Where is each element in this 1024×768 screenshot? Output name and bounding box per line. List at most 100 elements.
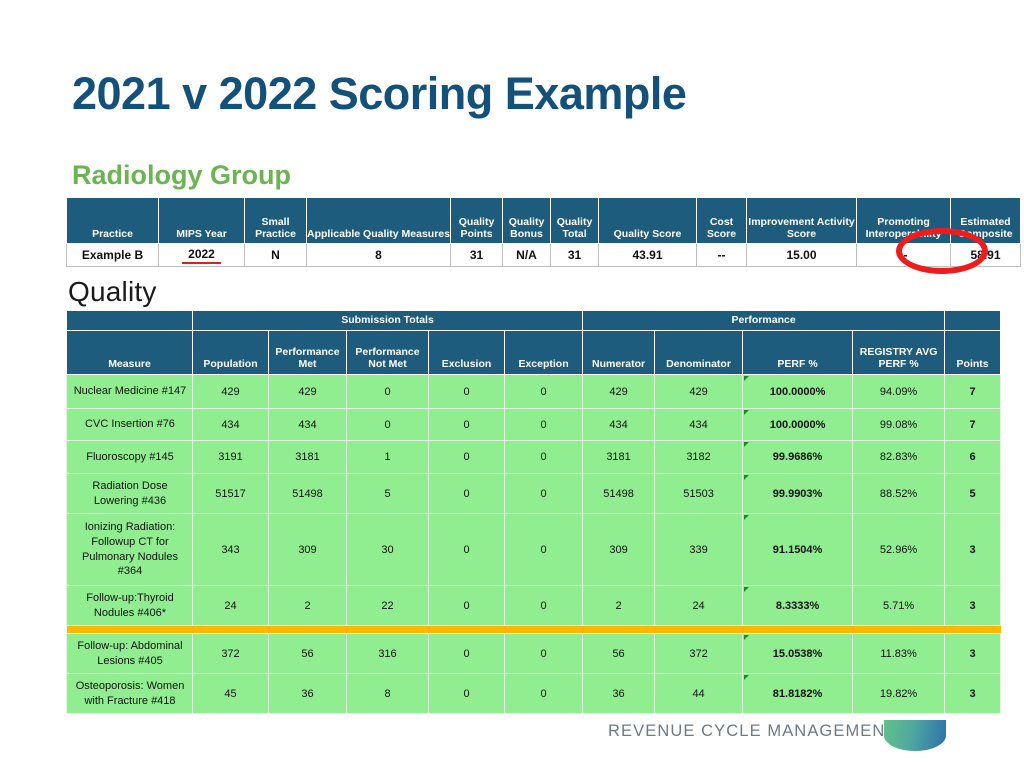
cell-exception: 0 bbox=[503, 408, 584, 441]
cell-denominator: 434 bbox=[654, 408, 744, 441]
cell-points: 3 bbox=[944, 633, 1002, 674]
cell-performance-met: 51498 bbox=[268, 473, 347, 514]
cell-performance-not-met: 30 bbox=[346, 513, 429, 586]
page-title: 2021 v 2022 Scoring Example bbox=[72, 68, 687, 119]
cell-numerator: 309 bbox=[582, 513, 656, 586]
cell-population: 24 bbox=[192, 585, 269, 626]
summary-table-row: Example B 2022 N 8 31 N/A 31 43.91 -- 15… bbox=[66, 243, 1021, 267]
cell-performance-met: 3181 bbox=[268, 440, 347, 474]
cell-numerator: 56 bbox=[582, 633, 656, 674]
cell-comment-flag-icon bbox=[744, 587, 750, 592]
table-row: Fluoroscopy #145 3191 3181 1 0 0 3181 3182 99.96… bbox=[66, 440, 1002, 474]
cell-exclusion: 0 bbox=[428, 513, 505, 586]
cell-exception: 0 bbox=[503, 673, 584, 714]
col-header-numerator: Numerator bbox=[582, 330, 656, 375]
cell-registry-avg: 99.08% bbox=[852, 408, 946, 441]
cell-exclusion: 0 bbox=[428, 633, 505, 674]
summary-header-estimated-composite: Estimated Composite bbox=[950, 197, 1021, 244]
col-header-performance-met: Performance Met bbox=[268, 330, 347, 375]
cell-denominator: 372 bbox=[654, 633, 744, 674]
cell-quality-bonus: N/A bbox=[502, 243, 551, 267]
cell-small-practice: N bbox=[244, 243, 307, 267]
cell-measure-name: Radiation Dose Lowering #436 bbox=[66, 473, 193, 514]
cell-registry-avg: 5.71% bbox=[852, 585, 946, 626]
cell-population: 429 bbox=[192, 374, 269, 409]
cell-denominator: 429 bbox=[654, 374, 744, 409]
cell-exclusion: 0 bbox=[428, 374, 505, 409]
col-header-performance-not-met: Performance Not Met bbox=[346, 330, 429, 375]
cell-performance-not-met: 5 bbox=[346, 473, 429, 514]
summary-header-applicable-quality-measures: Applicable Quality Measures bbox=[306, 197, 451, 244]
cell-points: 3 bbox=[944, 673, 1002, 714]
cell-measure-name: Nuclear Medicine #147 bbox=[66, 374, 193, 409]
summary-header-promoting-interoperability: Promoting Interoperability bbox=[856, 197, 951, 244]
cell-registry-avg: 19.82% bbox=[852, 673, 946, 714]
cell-numerator: 36 bbox=[582, 673, 656, 714]
col-header-points: Points bbox=[944, 330, 1002, 375]
cell-promoting-interoperability: -- bbox=[856, 243, 951, 267]
col-header-population: Population bbox=[192, 330, 269, 375]
cell-exception: 0 bbox=[503, 585, 584, 626]
summary-header-improvement-activity-score: Improvement Activity Score bbox=[746, 197, 857, 244]
table-row: Follow-up:Thyroid Nodules #406* 24 2 22 0 0 2 2… bbox=[66, 585, 1002, 626]
cell-performance-met: 2 bbox=[268, 585, 347, 626]
cell-performance-not-met: 22 bbox=[346, 585, 429, 626]
cell-population: 45 bbox=[192, 673, 269, 714]
col-header-measure: Measure bbox=[66, 330, 193, 375]
table-row: Follow-up: Abdominal Lesions #405 372 56 31… bbox=[66, 633, 1002, 674]
cell-denominator: 51503 bbox=[654, 473, 744, 514]
cell-exception: 0 bbox=[503, 440, 584, 474]
company-logo-icon bbox=[884, 720, 946, 751]
cell-points: 7 bbox=[944, 408, 1002, 441]
cell-exclusion: 0 bbox=[428, 440, 505, 474]
cell-perf-pct: 99.9686% bbox=[742, 440, 854, 474]
cell-denominator: 24 bbox=[654, 585, 744, 626]
group-header-submission-totals: Submission Totals bbox=[191, 310, 584, 331]
cell-measure-name: Ionizing Radiation: Followup CT for Pulm… bbox=[66, 513, 193, 586]
group-header-performance: Performance bbox=[582, 310, 946, 331]
summary-header-cost-score: Cost Score bbox=[696, 197, 747, 244]
cell-comment-flag-icon bbox=[744, 515, 750, 520]
footer-text: REVENUE CYCLE MANAGEMENT bbox=[608, 722, 897, 740]
section-heading-quality: Quality bbox=[68, 276, 157, 307]
cell-perf-pct: 99.9903% bbox=[742, 473, 854, 514]
cell-numerator: 3181 bbox=[582, 440, 656, 474]
cell-denominator: 339 bbox=[654, 513, 744, 586]
cell-quality-score: 43.91 bbox=[598, 243, 697, 267]
cell-registry-avg: 82.83% bbox=[852, 440, 946, 474]
cell-performance-not-met: 0 bbox=[346, 374, 429, 409]
cell-comment-flag-icon bbox=[744, 442, 750, 447]
cell-exclusion: 0 bbox=[428, 408, 505, 441]
col-header-perf-pct: PERF % bbox=[742, 330, 854, 375]
summary-table-container: Practice MIPS Year Small Practice Applic… bbox=[66, 197, 1021, 267]
quality-measures-table: Submission Totals Performance Measure Po… bbox=[66, 310, 1002, 714]
table-row: CVC Insertion #76 434 434 0 0 0 434 434 100.0000… bbox=[66, 408, 1002, 441]
cell-points: 6 bbox=[944, 440, 1002, 474]
cell-denominator: 3182 bbox=[654, 440, 744, 474]
summary-header-quality-points: Quality Points bbox=[450, 197, 503, 244]
summary-header-quality-total: Quality Total bbox=[550, 197, 599, 244]
cell-cost-score: -- bbox=[696, 243, 747, 267]
summary-header-practice: Practice bbox=[66, 197, 159, 244]
summary-header-row: Practice MIPS Year Small Practice Applic… bbox=[66, 197, 1021, 244]
col-header-registry-avg-perf-pct: REGISTRY AVG PERF % bbox=[852, 330, 946, 375]
col-header-exception: Exception bbox=[503, 330, 584, 375]
cell-comment-flag-icon bbox=[744, 675, 750, 680]
cell-perf-pct: 15.0538% bbox=[742, 633, 854, 674]
cell-population: 434 bbox=[192, 408, 269, 441]
quality-table-container: Submission Totals Performance Measure Po… bbox=[66, 310, 1002, 714]
cell-comment-flag-icon bbox=[744, 475, 750, 480]
cell-perf-pct: 8.3333% bbox=[742, 585, 854, 626]
table-row: Nuclear Medicine #147 429 429 0 0 0 429 429 100.… bbox=[66, 374, 1002, 409]
cell-exception: 0 bbox=[503, 633, 584, 674]
cell-performance-met: 36 bbox=[268, 673, 347, 714]
table-row: Radiation Dose Lowering #436 51517 51498 5 0… bbox=[66, 473, 1002, 514]
cell-perf-pct: 81.8182% bbox=[742, 673, 854, 714]
page-subtitle: Radiology Group bbox=[72, 160, 291, 190]
cell-quality-total: 31 bbox=[550, 243, 599, 267]
cell-registry-avg: 88.52% bbox=[852, 473, 946, 514]
cell-perf-pct: 91.1504% bbox=[742, 513, 854, 586]
cell-numerator: 429 bbox=[582, 374, 656, 409]
cell-mips-year: 2022 bbox=[158, 243, 245, 267]
cell-performance-met: 429 bbox=[268, 374, 347, 409]
